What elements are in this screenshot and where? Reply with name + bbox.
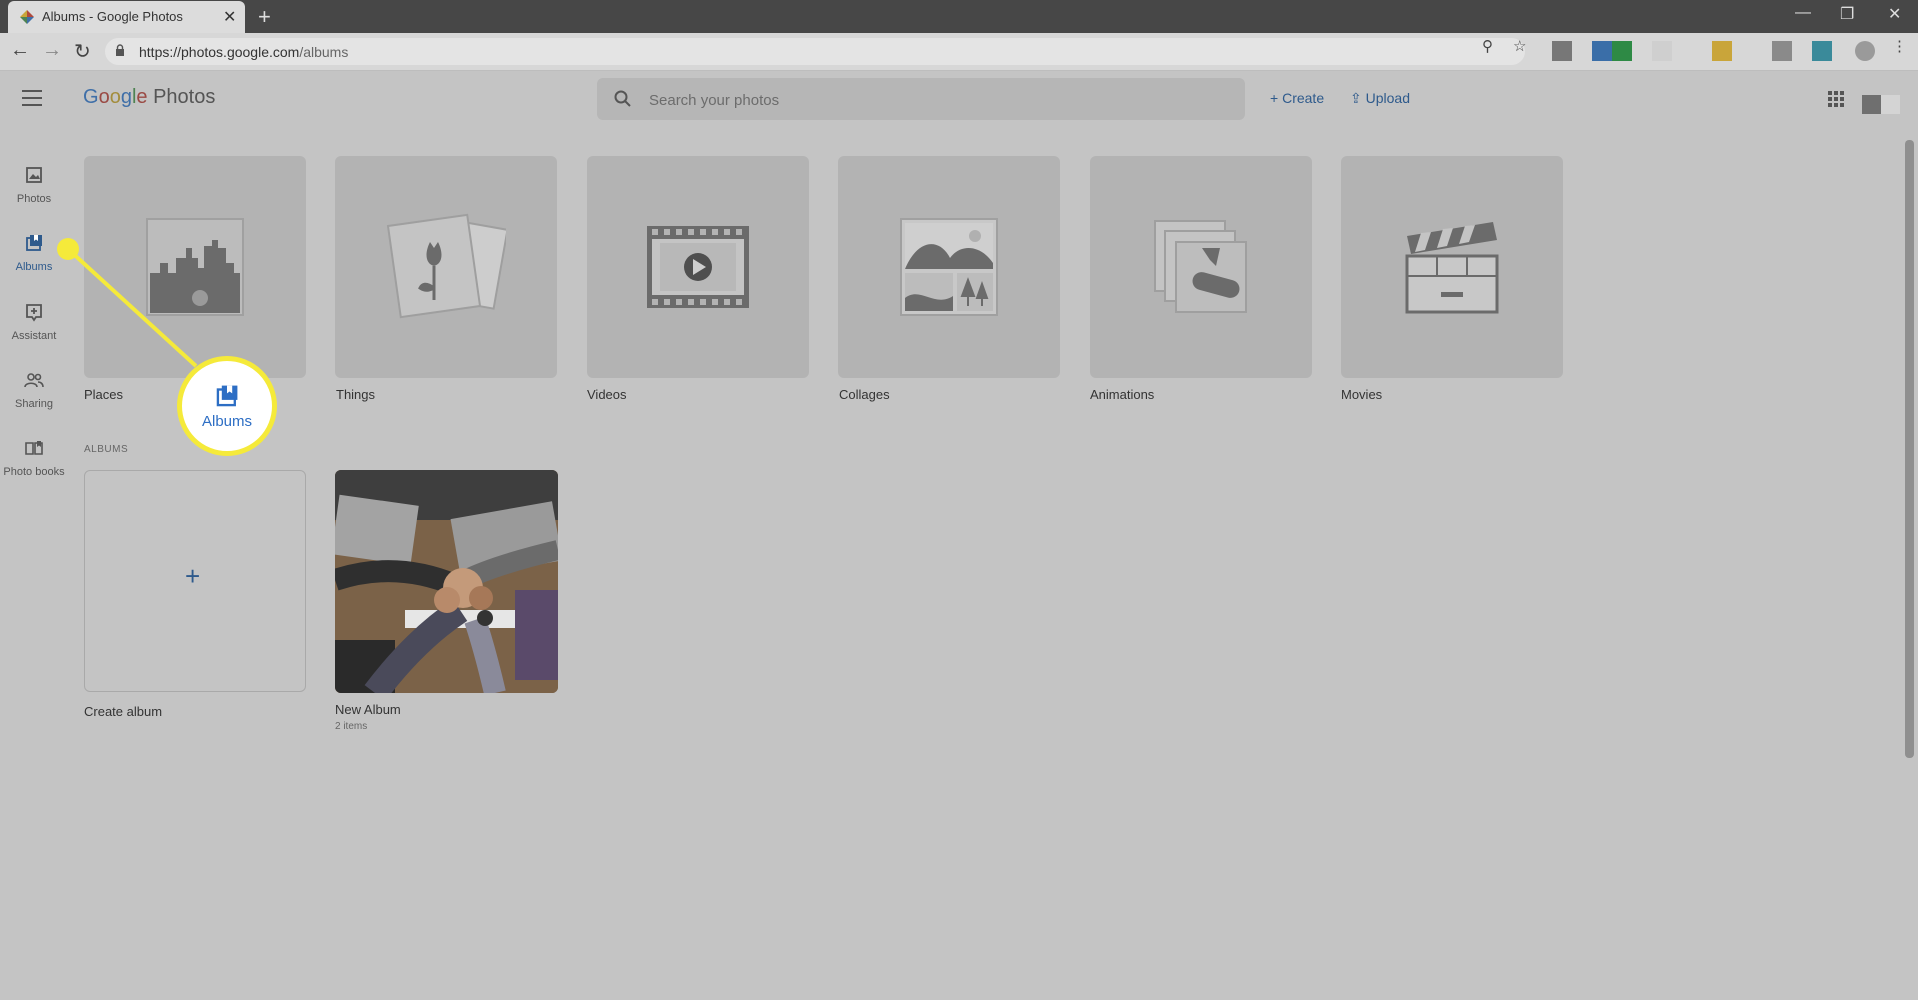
albums-section-heading: ALBUMS — [84, 444, 129, 455]
stacked-frames-icon — [1154, 220, 1247, 313]
apps-grid-icon[interactable] — [1828, 91, 1846, 109]
browser-menu-icon[interactable]: ⋮ — [1892, 37, 1907, 55]
create-album-label: Create album — [84, 704, 163, 719]
upload-button-label: Upload — [1365, 90, 1410, 106]
book-icon — [25, 441, 43, 455]
create-button[interactable]: + Create — [1270, 90, 1324, 106]
upload-icon: ⇪ — [1350, 90, 1362, 106]
bookmark-star-icon[interactable]: ☆ — [1513, 37, 1526, 55]
extension-icon[interactable] — [1712, 41, 1732, 61]
callout-label: Albums — [201, 413, 253, 430]
album-cover-photo — [335, 470, 558, 693]
window-close-icon[interactable]: ✕ — [1888, 4, 1901, 24]
extension-icon[interactable] — [1552, 41, 1572, 61]
category-card-movies[interactable] — [1341, 156, 1563, 378]
collage-icon — [900, 218, 998, 316]
zoom-icon[interactable]: ⚲ — [1482, 37, 1493, 55]
album-icon — [216, 385, 238, 407]
url-path: /albums — [299, 44, 349, 60]
film-play-icon — [647, 226, 749, 308]
restore-icon[interactable]: ❐ — [1840, 4, 1854, 24]
upload-button[interactable]: ⇪ Upload — [1350, 90, 1410, 107]
albums-callout: Albums — [177, 356, 277, 456]
category-label: Videos — [587, 387, 627, 402]
rail-label: Photo books — [3, 466, 65, 478]
minimize-icon[interactable]: — — [1795, 4, 1811, 22]
category-card-animations[interactable] — [1090, 156, 1312, 378]
search-bar[interactable] — [597, 78, 1245, 120]
search-input[interactable] — [647, 88, 1211, 112]
rail-item-photo-books[interactable]: Photo books — [0, 438, 68, 480]
plus-icon: + — [185, 561, 201, 591]
category-label: Movies — [1341, 387, 1383, 402]
create-button-label: Create — [1282, 90, 1325, 106]
extension-icon[interactable] — [1772, 41, 1792, 61]
search-icon — [614, 90, 631, 107]
category-label: Collages — [839, 387, 890, 402]
extension-icon[interactable] — [1592, 41, 1632, 61]
callout-pointer-line — [57, 238, 198, 368]
album-title: New Album — [335, 702, 401, 717]
album-cover-new-album[interactable] — [335, 470, 558, 693]
category-card-collages[interactable] — [838, 156, 1060, 378]
address-bar[interactable]: https://photos.google.com/albums — [105, 38, 1525, 65]
album-item-count: 2 items — [335, 721, 368, 732]
category-card-things[interactable] — [335, 156, 557, 378]
extension-icon[interactable] — [1812, 41, 1832, 61]
category-label: Animations — [1090, 387, 1155, 402]
scrollbar-thumb[interactable] — [1905, 140, 1914, 758]
profile-icon[interactable] — [1855, 41, 1875, 61]
create-album-button[interactable]: + — [84, 470, 306, 692]
extension-icon[interactable] — [1652, 41, 1672, 61]
category-card-videos[interactable] — [587, 156, 809, 378]
category-label: Things — [336, 387, 376, 402]
flower-photo-icon — [386, 213, 506, 319]
clapperboard-icon — [1405, 222, 1499, 314]
plus-icon: + — [1270, 90, 1279, 106]
account-avatar[interactable] — [1862, 92, 1900, 114]
